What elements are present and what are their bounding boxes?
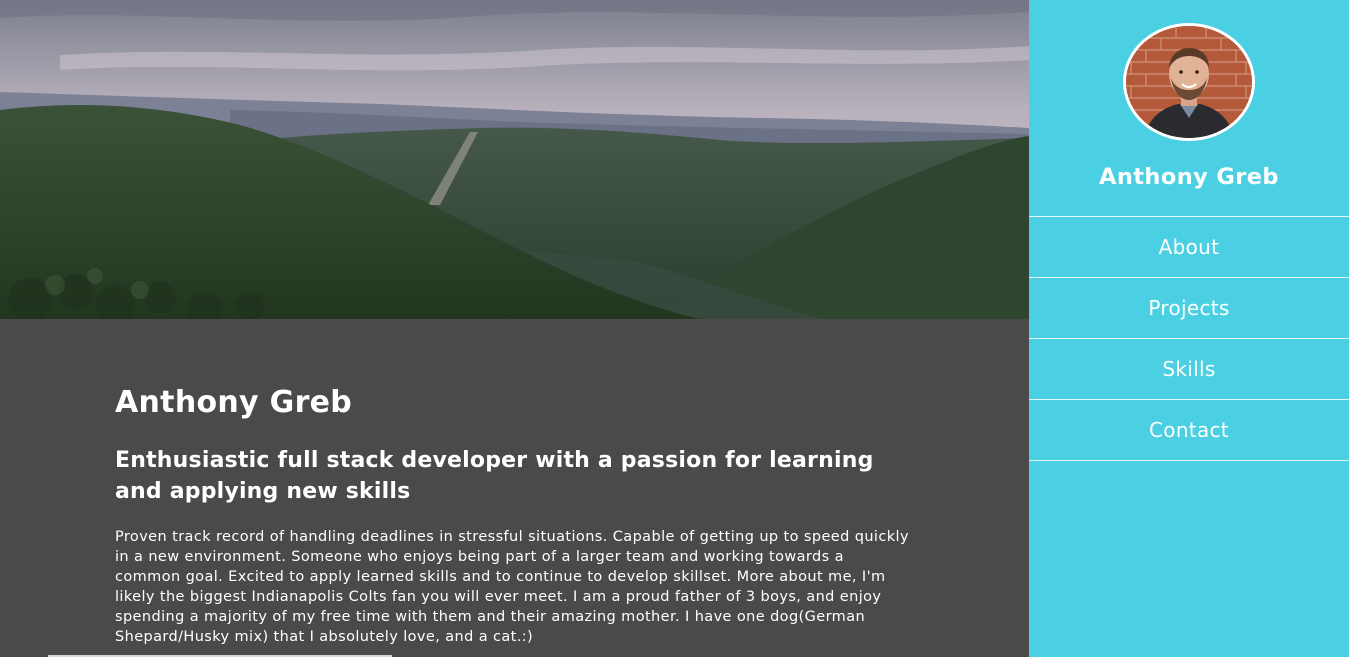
nav-item-projects[interactable]: Projects: [1029, 278, 1349, 339]
sidebar: Anthony Greb About Projects Skills Conta…: [1029, 0, 1349, 657]
nav-item-label: Skills: [1162, 357, 1216, 381]
nav-item-label: Contact: [1149, 418, 1229, 442]
nav-item-skills[interactable]: Skills: [1029, 339, 1349, 400]
main-content: Anthony Greb Enthusiastic full stack dev…: [0, 319, 1029, 657]
sidebar-nav: About Projects Skills Contact: [1029, 216, 1349, 461]
about-section: Anthony Greb Enthusiastic full stack dev…: [115, 383, 915, 647]
page-title: Anthony Greb: [115, 385, 353, 420]
nav-item-label: Projects: [1148, 296, 1230, 320]
nav-item-about[interactable]: About: [1029, 217, 1349, 278]
nav-item-label: About: [1158, 235, 1220, 259]
nav-item-contact[interactable]: Contact: [1029, 400, 1349, 461]
avatar: [1123, 23, 1255, 141]
tagline: Enthusiastic full stack developer with a…: [115, 448, 874, 504]
hero-image: [0, 0, 1029, 319]
sidebar-name: Anthony Greb: [1099, 164, 1279, 190]
bio-paragraph: Proven track record of handling deadline…: [115, 529, 909, 645]
